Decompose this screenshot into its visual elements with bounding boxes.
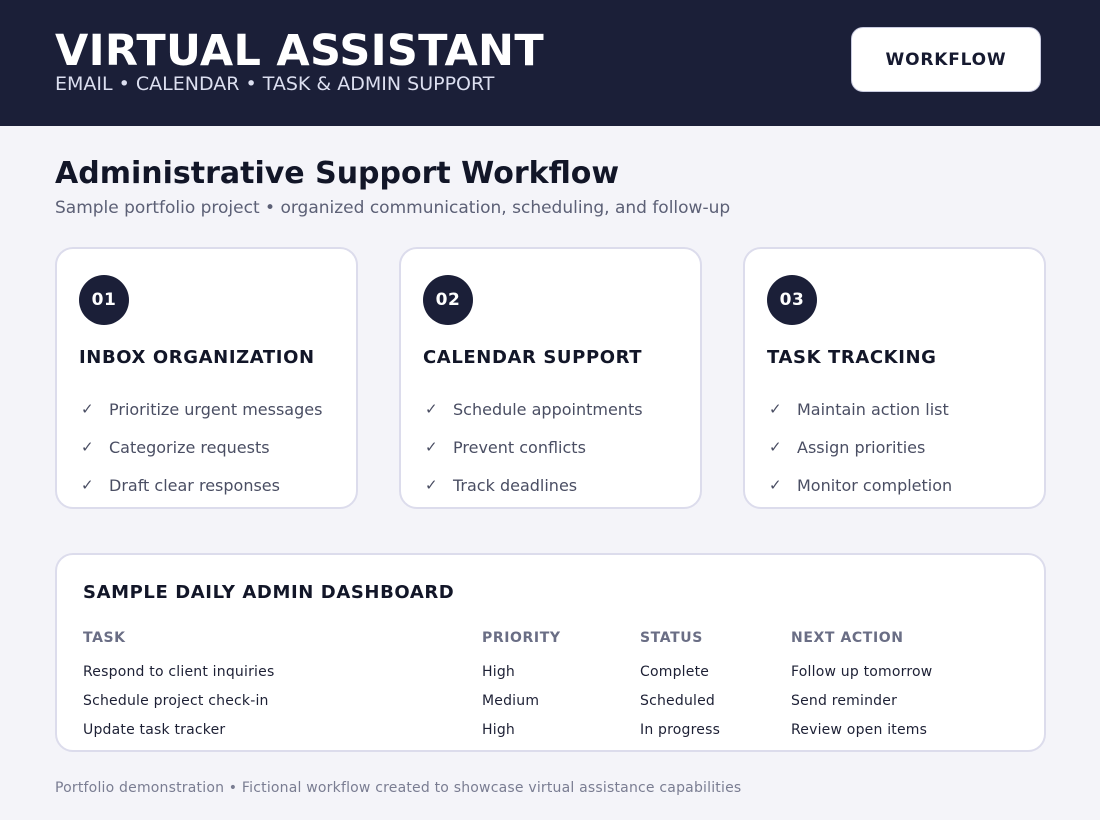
check-icon: ✓ (769, 438, 782, 456)
checklist-item: ✓ Monitor completion (769, 466, 952, 504)
step-number-badge: 01 (79, 275, 129, 325)
checklist-item: ✓ Maintain action list (769, 390, 952, 428)
checklist: ✓ Schedule appointments ✓ Prevent conflict… (425, 390, 643, 504)
cell-task: Update task tracker (83, 722, 226, 738)
checklist-item-label: Assign priorities (797, 437, 926, 457)
step-number-badge: 02 (423, 275, 473, 325)
checklist-item-label: Categorize requests (109, 437, 270, 457)
cell-status: Complete (640, 664, 710, 680)
check-icon: ✓ (81, 438, 94, 456)
cell-priority: Medium (482, 693, 540, 709)
cell-priority: High (482, 722, 515, 738)
column-header-status: STATUS (640, 630, 703, 646)
checklist-item: ✓ Prioritize urgent messages (81, 390, 322, 428)
cell-task: Schedule project check-in (83, 693, 269, 709)
check-icon: ✓ (81, 400, 94, 418)
card-calendar-support: 02 CALENDAR SUPPORT ✓ Schedule appointmen… (399, 247, 702, 509)
check-icon: ✓ (425, 438, 438, 456)
checklist-item-label: Prioritize urgent messages (109, 399, 323, 419)
cell-status: In progress (640, 722, 721, 738)
checklist-item-label: Maintain action list (797, 399, 949, 419)
brand-subtitle: EMAIL • CALENDAR • TASK & ADMIN SUPPORT (55, 73, 495, 95)
card-title: INBOX ORGANIZATION (79, 347, 315, 368)
workflow-button[interactable]: WORKFLOW (851, 27, 1041, 92)
checklist-item: ✓ Assign priorities (769, 428, 952, 466)
checklist-item: ✓ Categorize requests (81, 428, 322, 466)
checklist-item-label: Prevent conflicts (453, 437, 586, 457)
cell-priority: High (482, 664, 515, 680)
table-row: Schedule project check-in Medium Schedul… (57, 690, 1044, 712)
card-task-tracking: 03 TASK TRACKING ✓ Maintain action list ✓… (743, 247, 1046, 509)
column-header-next-action: NEXT ACTION (791, 630, 904, 646)
checklist: ✓ Prioritize urgent messages ✓ Categorize … (81, 390, 322, 504)
cell-next-action: Follow up tomorrow (791, 664, 933, 680)
check-icon: ✓ (769, 476, 782, 494)
cell-next-action: Send reminder (791, 693, 898, 709)
checklist-item: ✓ Draft clear responses (81, 466, 322, 504)
checklist-item: ✓ Schedule appointments (425, 390, 643, 428)
cell-status: Scheduled (640, 693, 716, 709)
check-icon: ✓ (425, 400, 438, 418)
cell-next-action: Review open items (791, 722, 928, 738)
cell-task: Respond to client inquiries (83, 664, 275, 680)
page-subtitle: Sample portfolio project • organized com… (55, 198, 731, 218)
check-icon: ✓ (425, 476, 438, 494)
step-number-badge: 03 (767, 275, 817, 325)
column-header-task: TASK (83, 630, 126, 646)
brand-title: VIRTUAL ASSISTANT (55, 26, 544, 76)
card-title: CALENDAR SUPPORT (423, 347, 643, 368)
checklist: ✓ Maintain action list ✓ Assign priorities… (769, 390, 952, 504)
admin-dashboard-panel: SAMPLE DAILY ADMIN DASHBOARD TASK PRIORI… (55, 553, 1046, 752)
dashboard-title: SAMPLE DAILY ADMIN DASHBOARD (83, 582, 455, 603)
table-row: Update task tracker High In progress Rev… (57, 719, 1044, 741)
checklist-item-label: Draft clear responses (109, 475, 280, 495)
card-inbox-organization: 01 INBOX ORGANIZATION ✓ Prioritize urgent… (55, 247, 358, 509)
checklist-item: ✓ Track deadlines (425, 466, 643, 504)
table-row: Respond to client inquiries High Complet… (57, 661, 1044, 683)
check-icon: ✓ (81, 476, 94, 494)
check-icon: ✓ (769, 400, 782, 418)
checklist-item-label: Track deadlines (453, 475, 578, 495)
header-banner: VIRTUAL ASSISTANT EMAIL • CALENDAR • TAS… (0, 0, 1100, 126)
page-title: Administrative Support Workflow (55, 156, 620, 191)
checklist-item-label: Monitor completion (797, 475, 953, 495)
card-title: TASK TRACKING (767, 347, 937, 368)
column-header-priority: PRIORITY (482, 630, 561, 646)
footer-note: Portfolio demonstration • Fictional work… (55, 780, 742, 796)
checklist-item-label: Schedule appointments (453, 399, 643, 419)
checklist-item: ✓ Prevent conflicts (425, 428, 643, 466)
